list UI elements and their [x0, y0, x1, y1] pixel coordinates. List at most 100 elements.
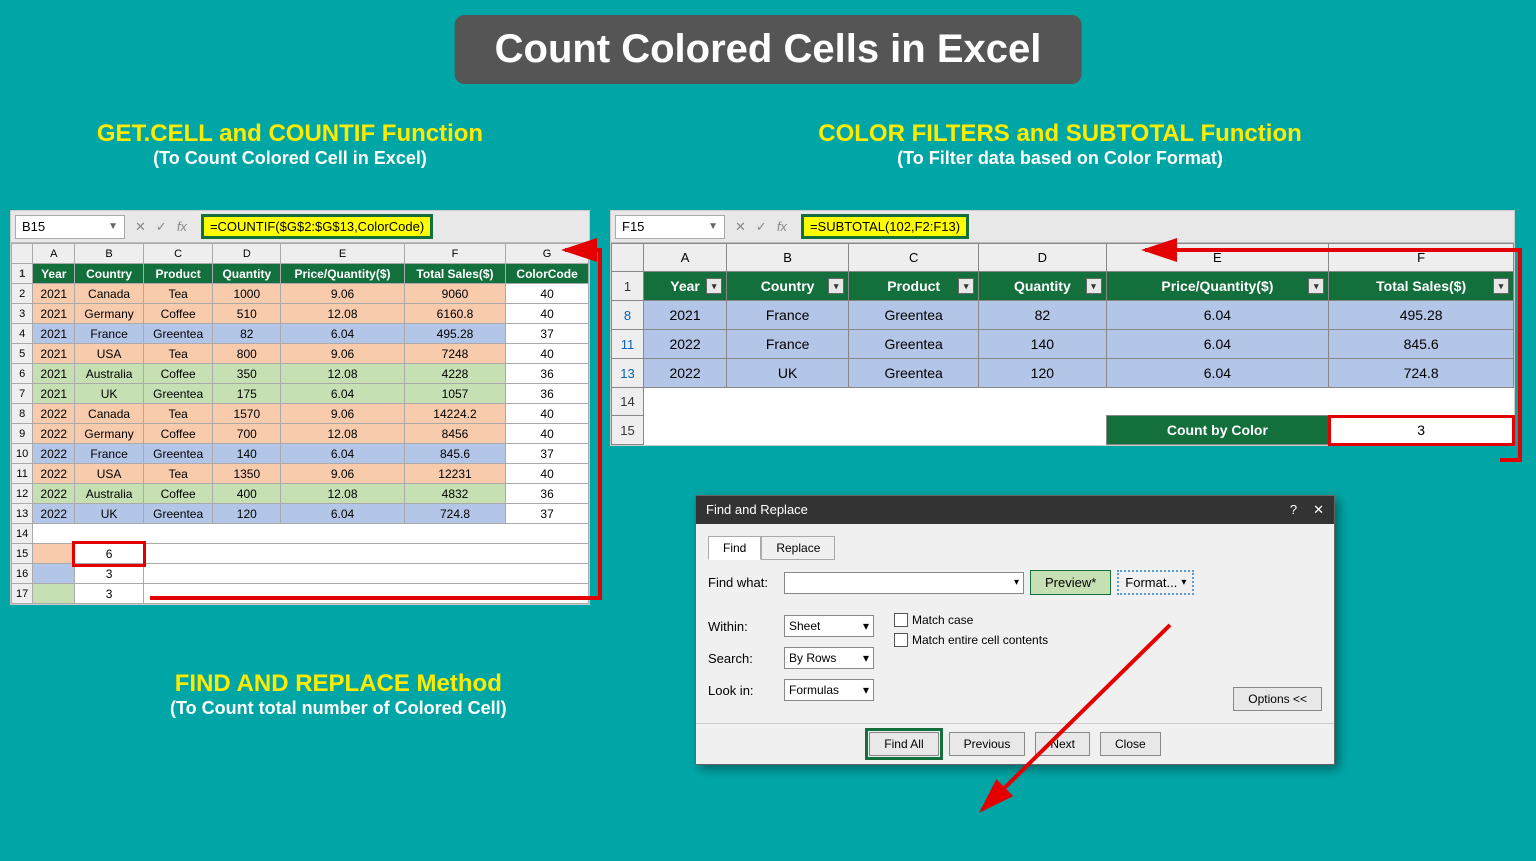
row-header[interactable]: 8 — [12, 404, 33, 424]
cell[interactable]: 2022 — [644, 330, 727, 359]
cell[interactable]: 724.8 — [404, 504, 505, 524]
row-header[interactable]: 3 — [12, 304, 33, 324]
filter-icon[interactable]: ▾ — [1086, 278, 1102, 294]
col-header[interactable]: B — [75, 244, 144, 264]
tab-replace[interactable]: Replace — [761, 536, 835, 560]
cell[interactable]: 2022 — [33, 404, 75, 424]
cell[interactable]: 2021 — [33, 304, 75, 324]
row-header[interactable]: 4 — [12, 324, 33, 344]
table-header[interactable]: Product — [143, 264, 212, 284]
cell[interactable]: 2021 — [644, 301, 727, 330]
cancel-icon[interactable]: ✕ — [735, 219, 746, 235]
cell[interactable]: 8456 — [404, 424, 505, 444]
cell[interactable]: 700 — [213, 424, 281, 444]
result-cell-15[interactable]: 6 — [75, 544, 144, 564]
right-table[interactable]: ABCDEF1Year▾Country▾Product▾Quantity▾Pri… — [611, 243, 1514, 445]
chevron-down-icon[interactable]: ▾ — [863, 651, 869, 665]
cancel-icon[interactable]: ✕ — [135, 219, 146, 235]
chevron-down-icon[interactable]: ▼ — [708, 221, 718, 232]
cell[interactable]: Greentea — [849, 301, 979, 330]
cell[interactable]: 2022 — [33, 484, 75, 504]
cell[interactable]: France — [727, 301, 849, 330]
col-header[interactable]: E — [1106, 244, 1329, 272]
filter-icon[interactable]: ▾ — [828, 278, 844, 294]
col-header[interactable]: G — [506, 244, 589, 264]
result-cell-16[interactable]: 3 — [75, 564, 144, 584]
cell[interactable]: 12.08 — [281, 304, 405, 324]
cell[interactable]: 6.04 — [1106, 301, 1329, 330]
cell[interactable]: 1570 — [213, 404, 281, 424]
cell[interactable]: 2022 — [33, 424, 75, 444]
cell[interactable]: Tea — [143, 284, 212, 304]
cell[interactable]: 140 — [213, 444, 281, 464]
count-result[interactable]: 3 — [1329, 416, 1514, 445]
col-header[interactable]: A — [644, 244, 727, 272]
row-header[interactable]: 12 — [12, 484, 33, 504]
table-header[interactable]: Quantity — [213, 264, 281, 284]
col-header[interactable]: A — [33, 244, 75, 264]
cell[interactable]: 2021 — [33, 364, 75, 384]
cell[interactable]: 37 — [506, 444, 589, 464]
row-header[interactable]: 6 — [12, 364, 33, 384]
row-header[interactable]: 2 — [12, 284, 33, 304]
cell[interactable]: 724.8 — [1329, 359, 1514, 388]
cell[interactable]: 9.06 — [281, 284, 405, 304]
cell[interactable]: 2022 — [33, 504, 75, 524]
cell[interactable]: 12.08 — [281, 484, 405, 504]
cell[interactable]: 120 — [213, 504, 281, 524]
cell[interactable]: 40 — [506, 344, 589, 364]
close-icon[interactable]: ✕ — [1313, 502, 1324, 518]
cell[interactable]: 800 — [213, 344, 281, 364]
cell[interactable]: 40 — [506, 464, 589, 484]
cell[interactable]: 845.6 — [1329, 330, 1514, 359]
tab-find[interactable]: Find — [708, 536, 761, 560]
enter-icon[interactable]: ✓ — [156, 219, 167, 235]
col-header[interactable]: E — [281, 244, 405, 264]
col-header[interactable]: B — [727, 244, 849, 272]
cell[interactable]: 82 — [979, 301, 1106, 330]
cell[interactable]: 2021 — [33, 344, 75, 364]
col-header[interactable]: D — [213, 244, 281, 264]
chevron-down-icon[interactable]: ▾ — [863, 683, 869, 697]
chevron-down-icon[interactable]: ▾ — [863, 619, 869, 633]
cell[interactable]: 6.04 — [1106, 330, 1329, 359]
result-cell-17[interactable]: 3 — [75, 584, 144, 604]
filter-icon[interactable]: ▾ — [958, 278, 974, 294]
table-header[interactable]: Country▾ — [727, 272, 849, 301]
cell[interactable]: 2022 — [33, 464, 75, 484]
cell[interactable]: 4228 — [404, 364, 505, 384]
cell[interactable]: 6.04 — [281, 444, 405, 464]
enter-icon[interactable]: ✓ — [756, 219, 767, 235]
cell[interactable]: 12.08 — [281, 364, 405, 384]
close-button[interactable]: Close — [1100, 732, 1161, 756]
cell[interactable]: 1057 — [404, 384, 505, 404]
row-header[interactable]: 5 — [12, 344, 33, 364]
cell[interactable]: Coffee — [143, 484, 212, 504]
cell[interactable]: Australia — [75, 364, 144, 384]
table-header[interactable]: Total Sales($)▾ — [1329, 272, 1514, 301]
row-header[interactable]: 10 — [12, 444, 33, 464]
row-header[interactable]: 13 — [612, 359, 644, 388]
cell[interactable]: USA — [75, 464, 144, 484]
cell[interactable]: 37 — [506, 504, 589, 524]
filter-icon[interactable]: ▾ — [1493, 278, 1509, 294]
table-header[interactable]: Year — [33, 264, 75, 284]
cell[interactable]: 1000 — [213, 284, 281, 304]
cell[interactable]: Greentea — [849, 359, 979, 388]
format-button[interactable]: Format...▾ — [1117, 570, 1194, 595]
cell[interactable]: 6.04 — [281, 504, 405, 524]
cell[interactable]: 495.28 — [404, 324, 505, 344]
cell[interactable]: UK — [75, 384, 144, 404]
col-header[interactable]: C — [143, 244, 212, 264]
table-header[interactable]: Total Sales($) — [404, 264, 505, 284]
match-contents-checkbox[interactable]: Match entire cell contents — [894, 633, 1048, 647]
table-header[interactable]: Product▾ — [849, 272, 979, 301]
table-header[interactable]: Country — [75, 264, 144, 284]
chevron-down-icon[interactable]: ▼ — [108, 221, 118, 232]
cell[interactable]: Coffee — [143, 364, 212, 384]
cell[interactable]: Canada — [75, 284, 144, 304]
cell[interactable]: 37 — [506, 324, 589, 344]
cell[interactable]: 40 — [506, 404, 589, 424]
cell[interactable]: USA — [75, 344, 144, 364]
cell[interactable]: 2022 — [33, 444, 75, 464]
